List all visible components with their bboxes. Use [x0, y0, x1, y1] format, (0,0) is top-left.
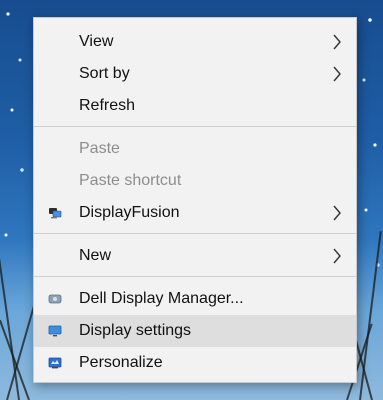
chevron-right-icon	[330, 33, 344, 51]
menu-item-label: New	[79, 247, 112, 264]
menu-item-displayfusion[interactable]: DisplayFusion	[34, 197, 356, 229]
menu-item-paste-shortcut: Paste shortcut	[34, 165, 356, 197]
display-settings-icon	[48, 324, 62, 338]
menu-item-view[interactable]: View	[34, 26, 356, 58]
menu-item-label: Personalize	[79, 354, 163, 371]
chevron-right-icon	[330, 204, 344, 222]
menu-item-label: Sort by	[79, 65, 130, 82]
dell-display-manager-icon	[48, 292, 62, 306]
menu-item-label: Dell Display Manager...	[79, 290, 244, 307]
menu-item-paste: Paste	[34, 133, 356, 165]
menu-item-label: Refresh	[79, 97, 136, 114]
menu-item-label: Paste	[79, 140, 120, 157]
menu-item-label: Paste shortcut	[79, 172, 182, 189]
menu-item-personalize[interactable]: Personalize	[34, 347, 356, 379]
menu-item-sort-by[interactable]: Sort by	[34, 58, 356, 90]
menu-separator	[34, 233, 356, 234]
menu-item-label: View	[79, 33, 114, 50]
desktop-context-menu: View Sort by Refresh Paste Paste shortcu…	[33, 17, 357, 383]
chevron-right-icon	[330, 247, 344, 265]
menu-item-new[interactable]: New	[34, 240, 356, 272]
menu-separator	[34, 126, 356, 127]
menu-item-dell-display-manager[interactable]: Dell Display Manager...	[34, 283, 356, 315]
menu-item-refresh[interactable]: Refresh	[34, 90, 356, 122]
tree-branch	[359, 231, 382, 400]
menu-item-display-settings[interactable]: Display settings	[34, 315, 356, 347]
personalize-icon	[48, 356, 62, 370]
menu-item-label: DisplayFusion	[79, 204, 180, 221]
displayfusion-icon	[48, 206, 62, 220]
menu-separator	[34, 276, 356, 277]
menu-item-label: Display settings	[79, 322, 192, 339]
chevron-right-icon	[330, 65, 344, 83]
